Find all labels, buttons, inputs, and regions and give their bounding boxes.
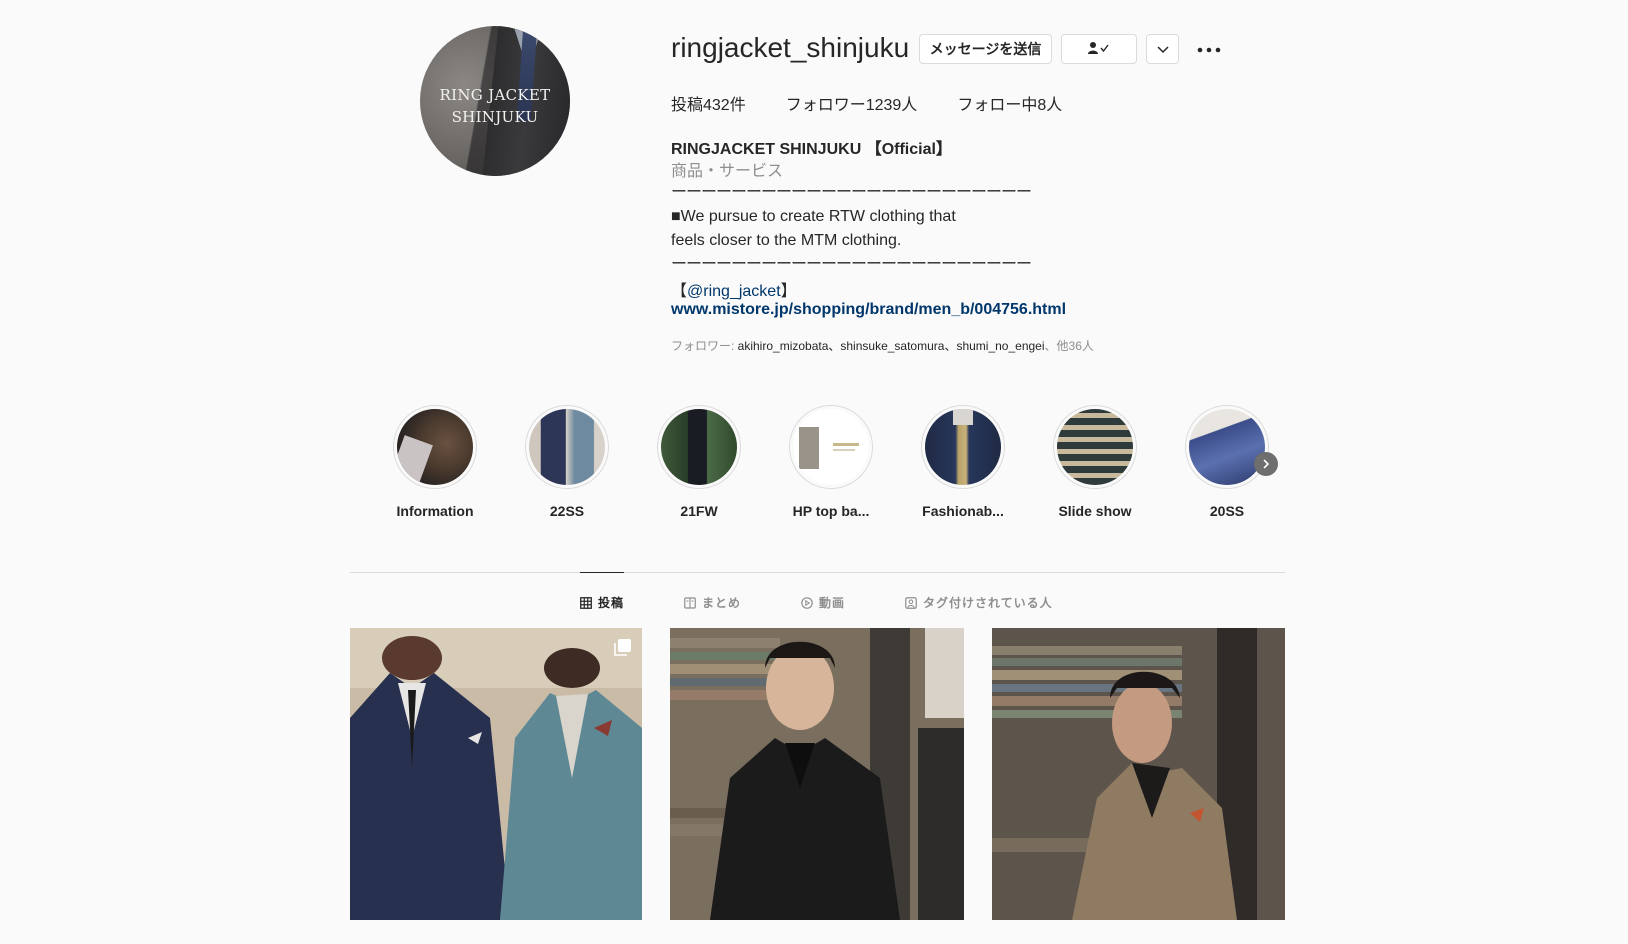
highlight-label: Information — [396, 503, 474, 519]
avatar-logo-line2: SHINJUKU — [451, 108, 539, 126]
multiple-images-icon — [614, 638, 632, 661]
profile-avatar[interactable]: RING JACKET SHINJUKU — [420, 26, 570, 176]
highlight-label: Slide show — [1058, 503, 1132, 519]
tab-tagged[interactable]: タグ付けされている人 — [905, 594, 1053, 611]
following-button[interactable] — [1061, 34, 1137, 64]
avatar-logo: RING JACKET SHINJUKU — [420, 84, 570, 128]
post-thumbnail-3[interactable] — [992, 628, 1285, 920]
highlight-label: Fashionab... — [922, 503, 1004, 519]
posts-count: 投稿432件 — [671, 97, 746, 114]
followers-count[interactable]: フォロワー1239人 — [786, 91, 918, 115]
tab-videos-label: 動画 — [819, 596, 846, 610]
guide-icon — [684, 596, 696, 609]
more-options-button[interactable] — [1196, 36, 1222, 62]
followed-by-prefix: フォロワー: — [671, 339, 738, 353]
bio-line-2: feels closer to the MTM clothing. — [671, 232, 902, 249]
video-play-icon — [801, 596, 813, 609]
followed-by-names: akihiro_mizobata、shinsuke_satomura、shumi… — [737, 339, 1045, 353]
grid-icon — [580, 596, 592, 609]
tab-guides-label: まとめ — [702, 596, 742, 610]
highlight-ring — [657, 405, 741, 489]
profile-bio: ーーーーーーーーーーーーーーーーーーーーーーーー ■We pursue to cr… — [671, 181, 1032, 277]
person-check-icon — [1087, 41, 1111, 58]
profile-full-name: RINGJACKET SHINJUKU 【Official】 — [671, 141, 952, 158]
mention-bracket-open: 【 — [671, 283, 688, 300]
active-tab-indicator — [580, 572, 624, 573]
highlight-fashionable[interactable]: Fashionab... — [908, 405, 1018, 519]
highlight-ring — [789, 405, 873, 489]
bio-mention: 【@ring_jacket】 — [671, 277, 797, 301]
following-count[interactable]: フォロー中8人 — [957, 91, 1062, 115]
post-thumbnail-1[interactable] — [350, 628, 642, 920]
followed-by[interactable]: フォロワー: akihiro_mizobata、shinsuke_satomur… — [671, 337, 1094, 354]
bio-line-1: ■We pursue to create RTW clothing that — [671, 208, 956, 225]
highlight-ring — [393, 405, 477, 489]
send-message-button[interactable]: メッセージを送信 — [919, 34, 1052, 64]
highlight-slide-show[interactable]: Slide show — [1040, 405, 1150, 519]
profile-category: 商品・サービス — [671, 163, 784, 180]
profile-username: ringjacket_shinjuku — [671, 32, 910, 63]
chevron-right-icon — [1262, 456, 1270, 472]
highlight-label: HP top ba... — [792, 503, 870, 519]
profile-website-link[interactable]: www.mistore.jp/shopping/brand/men_b/0047… — [671, 301, 1066, 319]
ellipsis-icon — [1197, 40, 1221, 58]
followed-by-suffix: 、他36人 — [1044, 339, 1094, 353]
highlight-label: 22SS — [549, 503, 585, 519]
highlight-ring — [525, 405, 609, 489]
highlight-thumbnail — [925, 409, 1001, 485]
highlight-thumbnail — [1057, 409, 1133, 485]
tab-tagged-label: タグ付けされている人 — [923, 596, 1053, 610]
avatar-logo-line1: RING JACKET — [439, 86, 551, 104]
bio-rule-top: ーーーーーーーーーーーーーーーーーーーーーーーー — [671, 184, 1032, 201]
suggested-dropdown-button[interactable] — [1146, 34, 1179, 64]
profile-stats: 投稿432件 フォロワー1239人 フォロー中8人 — [671, 91, 1102, 115]
tab-videos[interactable]: 動画 — [801, 594, 845, 611]
post-image-leather-jacket — [670, 628, 964, 920]
highlight-ring — [1185, 405, 1269, 489]
highlight-label: 21FW — [680, 503, 718, 519]
highlight-ring — [921, 405, 1005, 489]
highlight-22ss[interactable]: 22SS — [512, 405, 622, 519]
chevron-down-icon — [1156, 41, 1169, 57]
post-image-suits — [350, 628, 642, 920]
highlight-21fw[interactable]: 21FW — [644, 405, 754, 519]
post-image-check-jacket — [992, 628, 1285, 920]
post-thumbnail-2[interactable] — [670, 628, 964, 920]
tab-posts[interactable]: 投稿 — [580, 594, 624, 611]
tab-guides[interactable]: まとめ — [684, 594, 741, 611]
highlight-thumbnail — [529, 409, 605, 485]
highlight-information[interactable]: Information — [380, 405, 490, 519]
mention-bracket-close: 】 — [780, 283, 797, 300]
highlight-label: 20SS — [1209, 503, 1245, 519]
mention-link[interactable]: @ring_jacket — [687, 283, 781, 300]
bio-rule-bottom: ーーーーーーーーーーーーーーーーーーーーーーーー — [671, 256, 1032, 273]
tagged-person-icon — [905, 596, 917, 609]
highlight-ring — [1053, 405, 1137, 489]
highlight-thumbnail — [661, 409, 737, 485]
tab-posts-label: 投稿 — [598, 596, 625, 610]
highlight-thumbnail — [1189, 409, 1265, 485]
highlight-thumbnail — [793, 409, 869, 485]
highlight-thumbnail — [397, 409, 473, 485]
highlights-next-button[interactable] — [1254, 452, 1278, 476]
tabs-divider — [350, 572, 1285, 573]
highlight-hp-top-banner[interactable]: HP top ba... — [776, 405, 886, 519]
